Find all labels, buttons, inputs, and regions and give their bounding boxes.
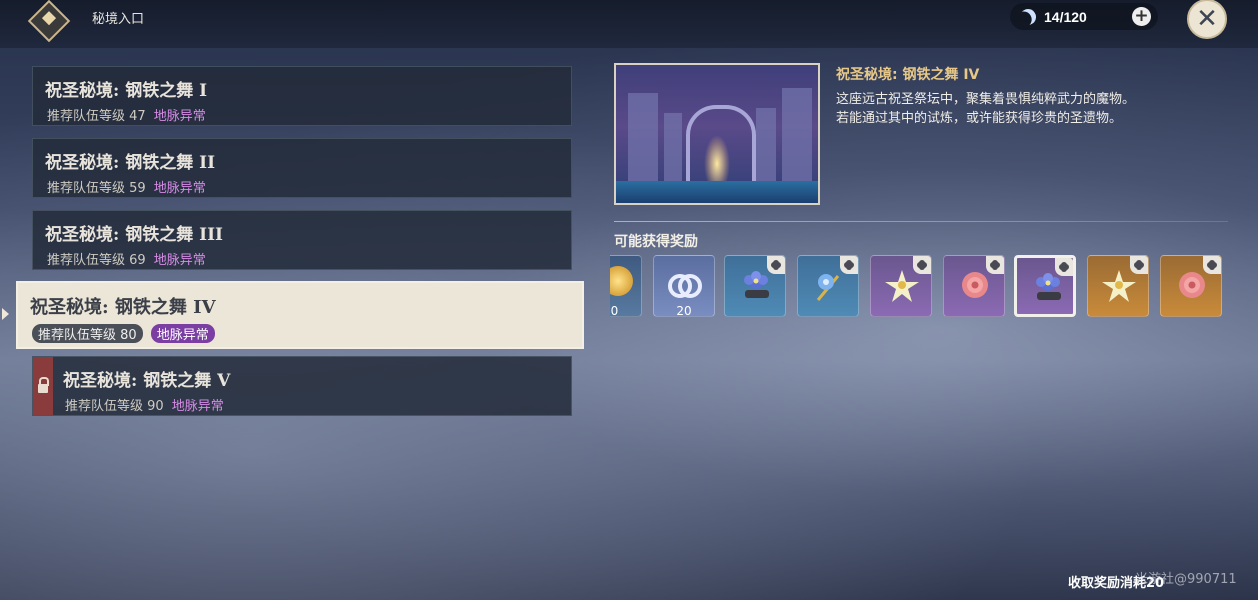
recommended-level: 推荐队伍等级 90 <box>65 399 164 414</box>
reward-item[interactable] <box>870 255 932 317</box>
ley-line-tag: 地脉异常 <box>171 399 224 414</box>
resin-moon-icon <box>1017 6 1039 28</box>
domain-name: 祝圣秘境: 钢铁之舞 V <box>63 371 231 391</box>
artifact-plume-icon <box>816 274 840 301</box>
divider <box>614 221 1228 222</box>
ley-line-tag: 地脉异常 <box>153 253 206 268</box>
domain-item-1[interactable]: 祝圣秘境: 钢铁之舞 I 推荐队伍等级 47 地脉异常 <box>32 66 572 126</box>
artifact-rose-icon <box>1179 272 1205 298</box>
domain-item-3[interactable]: 祝圣秘境: 钢铁之舞 III 推荐队伍等级 69 地脉异常 <box>32 210 572 270</box>
domain-name: 祝圣秘境: 钢铁之舞 III <box>45 225 223 245</box>
domain-preview-image <box>614 63 820 205</box>
artifact-lily-icon <box>1102 270 1136 302</box>
detail-title: 祝圣秘境: 钢铁之舞 IV <box>836 67 980 83</box>
artifact-flower-icon <box>744 271 769 298</box>
lock-strip <box>33 357 53 415</box>
add-resin-button[interactable]: + <box>1132 7 1151 26</box>
watermark: 米游社@990711 <box>1135 572 1237 587</box>
reward-item[interactable]: 00 <box>610 255 642 318</box>
rewards-list: 00 20 <box>610 255 1230 321</box>
domain-diamond-icon <box>27 0 71 43</box>
domain-name: 祝圣秘境: 钢铁之舞 IV <box>30 297 216 318</box>
domain-item-5[interactable]: 祝圣秘境: 钢铁之舞 V 推荐队伍等级 90 地脉异常 <box>32 356 572 416</box>
recommended-level: 推荐队伍等级 69 <box>47 253 146 268</box>
artifact-rose-icon <box>962 272 988 298</box>
domain-item-2[interactable]: 祝圣秘境: 钢铁之舞 II 推荐队伍等级 59 地脉异常 <box>32 138 572 198</box>
recommended-level: 推荐队伍等级 47 <box>47 109 146 124</box>
reward-item[interactable] <box>1160 255 1222 317</box>
reward-qty: 20 <box>676 304 692 318</box>
selection-arrow-icon <box>2 308 9 320</box>
reward-item[interactable] <box>724 255 786 317</box>
reward-item[interactable] <box>1014 255 1076 317</box>
reward-item[interactable] <box>797 255 859 317</box>
ley-line-tag: 地脉异常 <box>153 109 206 124</box>
description-line: 若能通过其中的试炼，或许能获得珍贵的圣遗物。 <box>836 111 1123 126</box>
artifact-badge-icon <box>1203 256 1221 274</box>
reward-qty: 00 <box>610 304 619 318</box>
domain-item-4[interactable]: 祝圣秘境: 钢铁之舞 IV 推荐队伍等级 80 地脉异常 <box>16 281 584 349</box>
artifact-badge-icon <box>913 256 931 274</box>
recommended-level: 推荐队伍等级 59 <box>47 181 146 196</box>
page-title: 秘境入口 <box>92 12 145 27</box>
artifact-badge-icon <box>767 256 785 274</box>
resin-counter: 14/120 + <box>1010 3 1158 30</box>
reward-item[interactable]: 20 <box>653 255 715 318</box>
recommended-level: 推荐队伍等级 80 <box>32 324 143 343</box>
domain-name: 祝圣秘境: 钢铁之舞 II <box>45 153 216 173</box>
artifact-badge-icon <box>840 256 858 274</box>
lock-icon <box>38 376 49 393</box>
reward-item[interactable] <box>943 255 1005 317</box>
companionship-exp-icon <box>668 274 702 298</box>
ley-line-tag: 地脉异常 <box>153 181 206 196</box>
rewards-label: 可能获得奖励 <box>614 234 698 250</box>
domain-name: 祝圣秘境: 钢铁之舞 I <box>45 81 208 101</box>
artifact-lily-icon <box>885 270 919 302</box>
close-button[interactable]: ✕ <box>1187 0 1227 39</box>
description-line: 这座远古祝圣祭坛中，聚集着畏惧纯粹武力的魔物。 <box>836 92 1136 107</box>
top-bar: 秘境入口 14/120 + ✕ <box>0 0 1258 48</box>
artifact-badge-icon <box>986 256 1004 274</box>
resin-value: 14/120 <box>1044 8 1087 25</box>
ley-line-tag: 地脉异常 <box>150 324 215 343</box>
detail-description: 这座远古祝圣祭坛中，聚集着畏惧纯粹武力的魔物。 若能通过其中的试炼，或许能获得珍… <box>836 90 1216 128</box>
reward-item[interactable] <box>1087 255 1149 317</box>
artifact-badge-icon <box>1055 258 1073 276</box>
artifact-badge-icon <box>1130 256 1148 274</box>
mora-icon <box>610 266 633 296</box>
